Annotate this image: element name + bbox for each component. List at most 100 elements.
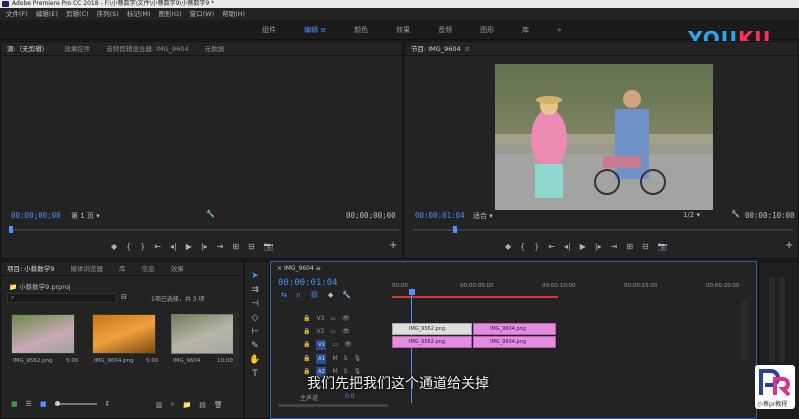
list-view-icon[interactable]: ☰ — [26, 400, 32, 408]
eye-icon[interactable]: 👁 — [342, 328, 350, 335]
menu-window[interactable]: 窗口(W) — [186, 8, 219, 20]
menu-clip[interactable]: 剪辑(C) — [62, 8, 93, 20]
workspace-tab-graphics[interactable]: 图形 — [480, 25, 494, 35]
automate-icon[interactable]: ▥ — [156, 401, 163, 409]
lock-icon[interactable]: 🔒 — [303, 328, 310, 335]
mic-icon[interactable]: 🎙 — [353, 355, 361, 362]
zoom-slider[interactable] — [54, 401, 97, 406]
source-timecode[interactable]: 00;00;00;00 — [11, 211, 61, 220]
resolution-select[interactable]: 1/2 ▾ — [683, 211, 700, 219]
project-scrollbar[interactable] — [233, 312, 239, 367]
project-item-thumb[interactable] — [171, 314, 235, 354]
timeline-clip[interactable]: IMG_9604.png — [473, 336, 556, 348]
add-button-icon[interactable]: + — [785, 240, 793, 251]
menu-graphics[interactable]: 图形(G) — [155, 8, 186, 20]
timeline-tab[interactable]: × IMG_9604 ≡ — [277, 265, 321, 272]
lock-icon[interactable]: 🔒 — [303, 315, 310, 322]
new-bin-from-search-icon[interactable]: ⊟ — [121, 293, 127, 301]
play-icon[interactable]: ▶ — [186, 242, 192, 251]
timeline-timecode[interactable]: 00:00:01:04 — [278, 278, 338, 288]
hand-tool-icon[interactable]: ✋ — [249, 354, 261, 366]
project-search-input[interactable]: ⌕ — [7, 293, 117, 303]
source-page-select[interactable]: 第 1 页 ▾ — [71, 211, 100, 221]
tab-audio-clip-mixer[interactable]: 音频剪辑混合器: IMG_9604 — [106, 45, 188, 53]
add-marker-icon[interactable]: ◆ — [111, 242, 117, 251]
timeline-horizontal-scrollbar[interactable] — [278, 404, 388, 407]
menu-edit[interactable]: 编辑(E) — [32, 8, 62, 20]
project-item-thumb[interactable] — [11, 314, 75, 354]
track-select-tool-icon[interactable]: ⇉ — [249, 284, 261, 296]
mark-out-icon[interactable]: } — [534, 242, 539, 251]
step-back-icon[interactable]: ◂| — [564, 242, 571, 251]
step-forward-icon[interactable]: |▸ — [201, 242, 208, 251]
eye-icon[interactable]: 👁 — [344, 341, 352, 348]
snap-icon[interactable]: ∩ — [296, 291, 301, 299]
step-forward-icon[interactable]: |▸ — [595, 242, 602, 251]
workspace-tab-audio[interactable]: 音频 — [438, 25, 452, 35]
selection-tool-icon[interactable]: ➤ — [249, 270, 261, 282]
tab-program[interactable]: 节目: IMG_9604 — [411, 45, 461, 53]
timeline-vertical-scrollbar[interactable] — [742, 300, 748, 360]
timeline-settings-icon[interactable]: 🔧 — [342, 291, 351, 299]
track-target-v1[interactable]: V1 — [316, 339, 327, 350]
icon-view-icon[interactable]: ■ — [40, 400, 47, 408]
tab-project[interactable]: 项目: 小蔡数学9 — [7, 265, 54, 273]
master-volume[interactable]: 0.0 — [345, 393, 355, 400]
timeline-clip[interactable]: IMG_9562.png — [392, 336, 472, 348]
add-marker-icon[interactable]: ◆ — [505, 242, 511, 251]
trash-icon[interactable]: 🗑 — [214, 401, 223, 409]
sync-lock-icon[interactable]: ▭ — [330, 328, 336, 335]
pen-tool-icon[interactable]: ✎ — [249, 340, 261, 352]
razor-tool-icon[interactable]: ◇ — [249, 312, 261, 324]
menu-help[interactable]: 帮助(H) — [218, 8, 249, 20]
lock-icon[interactable]: 🔒 — [303, 341, 310, 348]
menu-sequence[interactable]: 序列(S) — [93, 8, 123, 20]
camera-icon[interactable]: 📷 — [658, 242, 668, 251]
sync-lock-icon[interactable]: ▭ — [330, 315, 336, 322]
sync-lock-icon[interactable]: ▭ — [332, 341, 338, 348]
mark-in-icon[interactable]: { — [126, 242, 131, 251]
tab-effect-controls[interactable]: 效果控件 — [64, 45, 90, 53]
slip-tool-icon[interactable]: ⊢ — [249, 326, 261, 338]
track-target-a1[interactable]: A1 — [316, 353, 327, 364]
lock-icon[interactable]: ■ — [11, 400, 18, 408]
lock-icon[interactable]: 🔒 — [303, 355, 310, 362]
extract-icon[interactable]: ⊟ — [642, 242, 649, 251]
nest-icon[interactable]: ⇆ — [281, 291, 287, 299]
tab-libraries[interactable]: 库 — [119, 265, 126, 273]
step-back-icon[interactable]: ◂| — [170, 242, 177, 251]
solo-button[interactable]: S — [344, 355, 348, 362]
program-playhead[interactable] — [453, 226, 457, 233]
linked-selection-icon[interactable]: ⛓ — [310, 291, 319, 299]
sort-icon[interactable]: ⇕ — [105, 400, 111, 408]
new-bin-icon[interactable]: 📁 — [183, 401, 192, 409]
eye-icon[interactable]: 👁 — [342, 315, 350, 322]
program-wrench-icon[interactable]: 🔧 — [731, 210, 740, 218]
program-timecode[interactable]: 00:00:01:04 — [415, 211, 465, 220]
menu-file[interactable]: 文件(F) — [2, 8, 32, 20]
go-to-out-icon[interactable]: ⇥ — [611, 242, 618, 251]
wrench-icon[interactable]: 🔧 — [206, 210, 215, 218]
tab-metadata[interactable]: 元数据 — [205, 45, 225, 53]
new-item-icon[interactable]: ▤ — [199, 401, 206, 409]
tab-info[interactable]: 信息 — [142, 265, 155, 273]
tab-media-browser[interactable]: 媒体浏览器 — [70, 265, 103, 273]
lift-icon[interactable]: ⊞ — [626, 242, 633, 251]
timeline-clip[interactable]: IMG_9562.png — [392, 323, 472, 335]
add-button-icon[interactable]: + — [389, 240, 397, 251]
workspace-tab-effects[interactable]: 效果 — [396, 25, 410, 35]
mark-in-icon[interactable]: { — [520, 242, 525, 251]
camera-icon[interactable]: 📷 — [264, 242, 274, 251]
source-scrubber[interactable] — [9, 229, 399, 231]
ripple-edit-tool-icon[interactable]: ⊣ — [249, 298, 261, 310]
workspace-tab-editing[interactable]: 编辑 ≡ — [304, 25, 326, 35]
workspace-tab-color[interactable]: 颜色 — [354, 25, 368, 35]
insert-icon[interactable]: ⊞ — [232, 242, 239, 251]
workspace-more-button[interactable]: » — [557, 26, 561, 34]
go-to-in-icon[interactable]: ⇤ — [154, 242, 161, 251]
timeline-playhead-handle[interactable] — [409, 289, 415, 295]
add-marker-icon[interactable]: ◆ — [328, 291, 333, 299]
workspace-tab-libraries[interactable]: 库 — [522, 25, 529, 35]
timeline-clip[interactable]: IMG_9604.png — [473, 323, 556, 335]
fit-select[interactable]: 适合 ▾ — [473, 211, 493, 221]
